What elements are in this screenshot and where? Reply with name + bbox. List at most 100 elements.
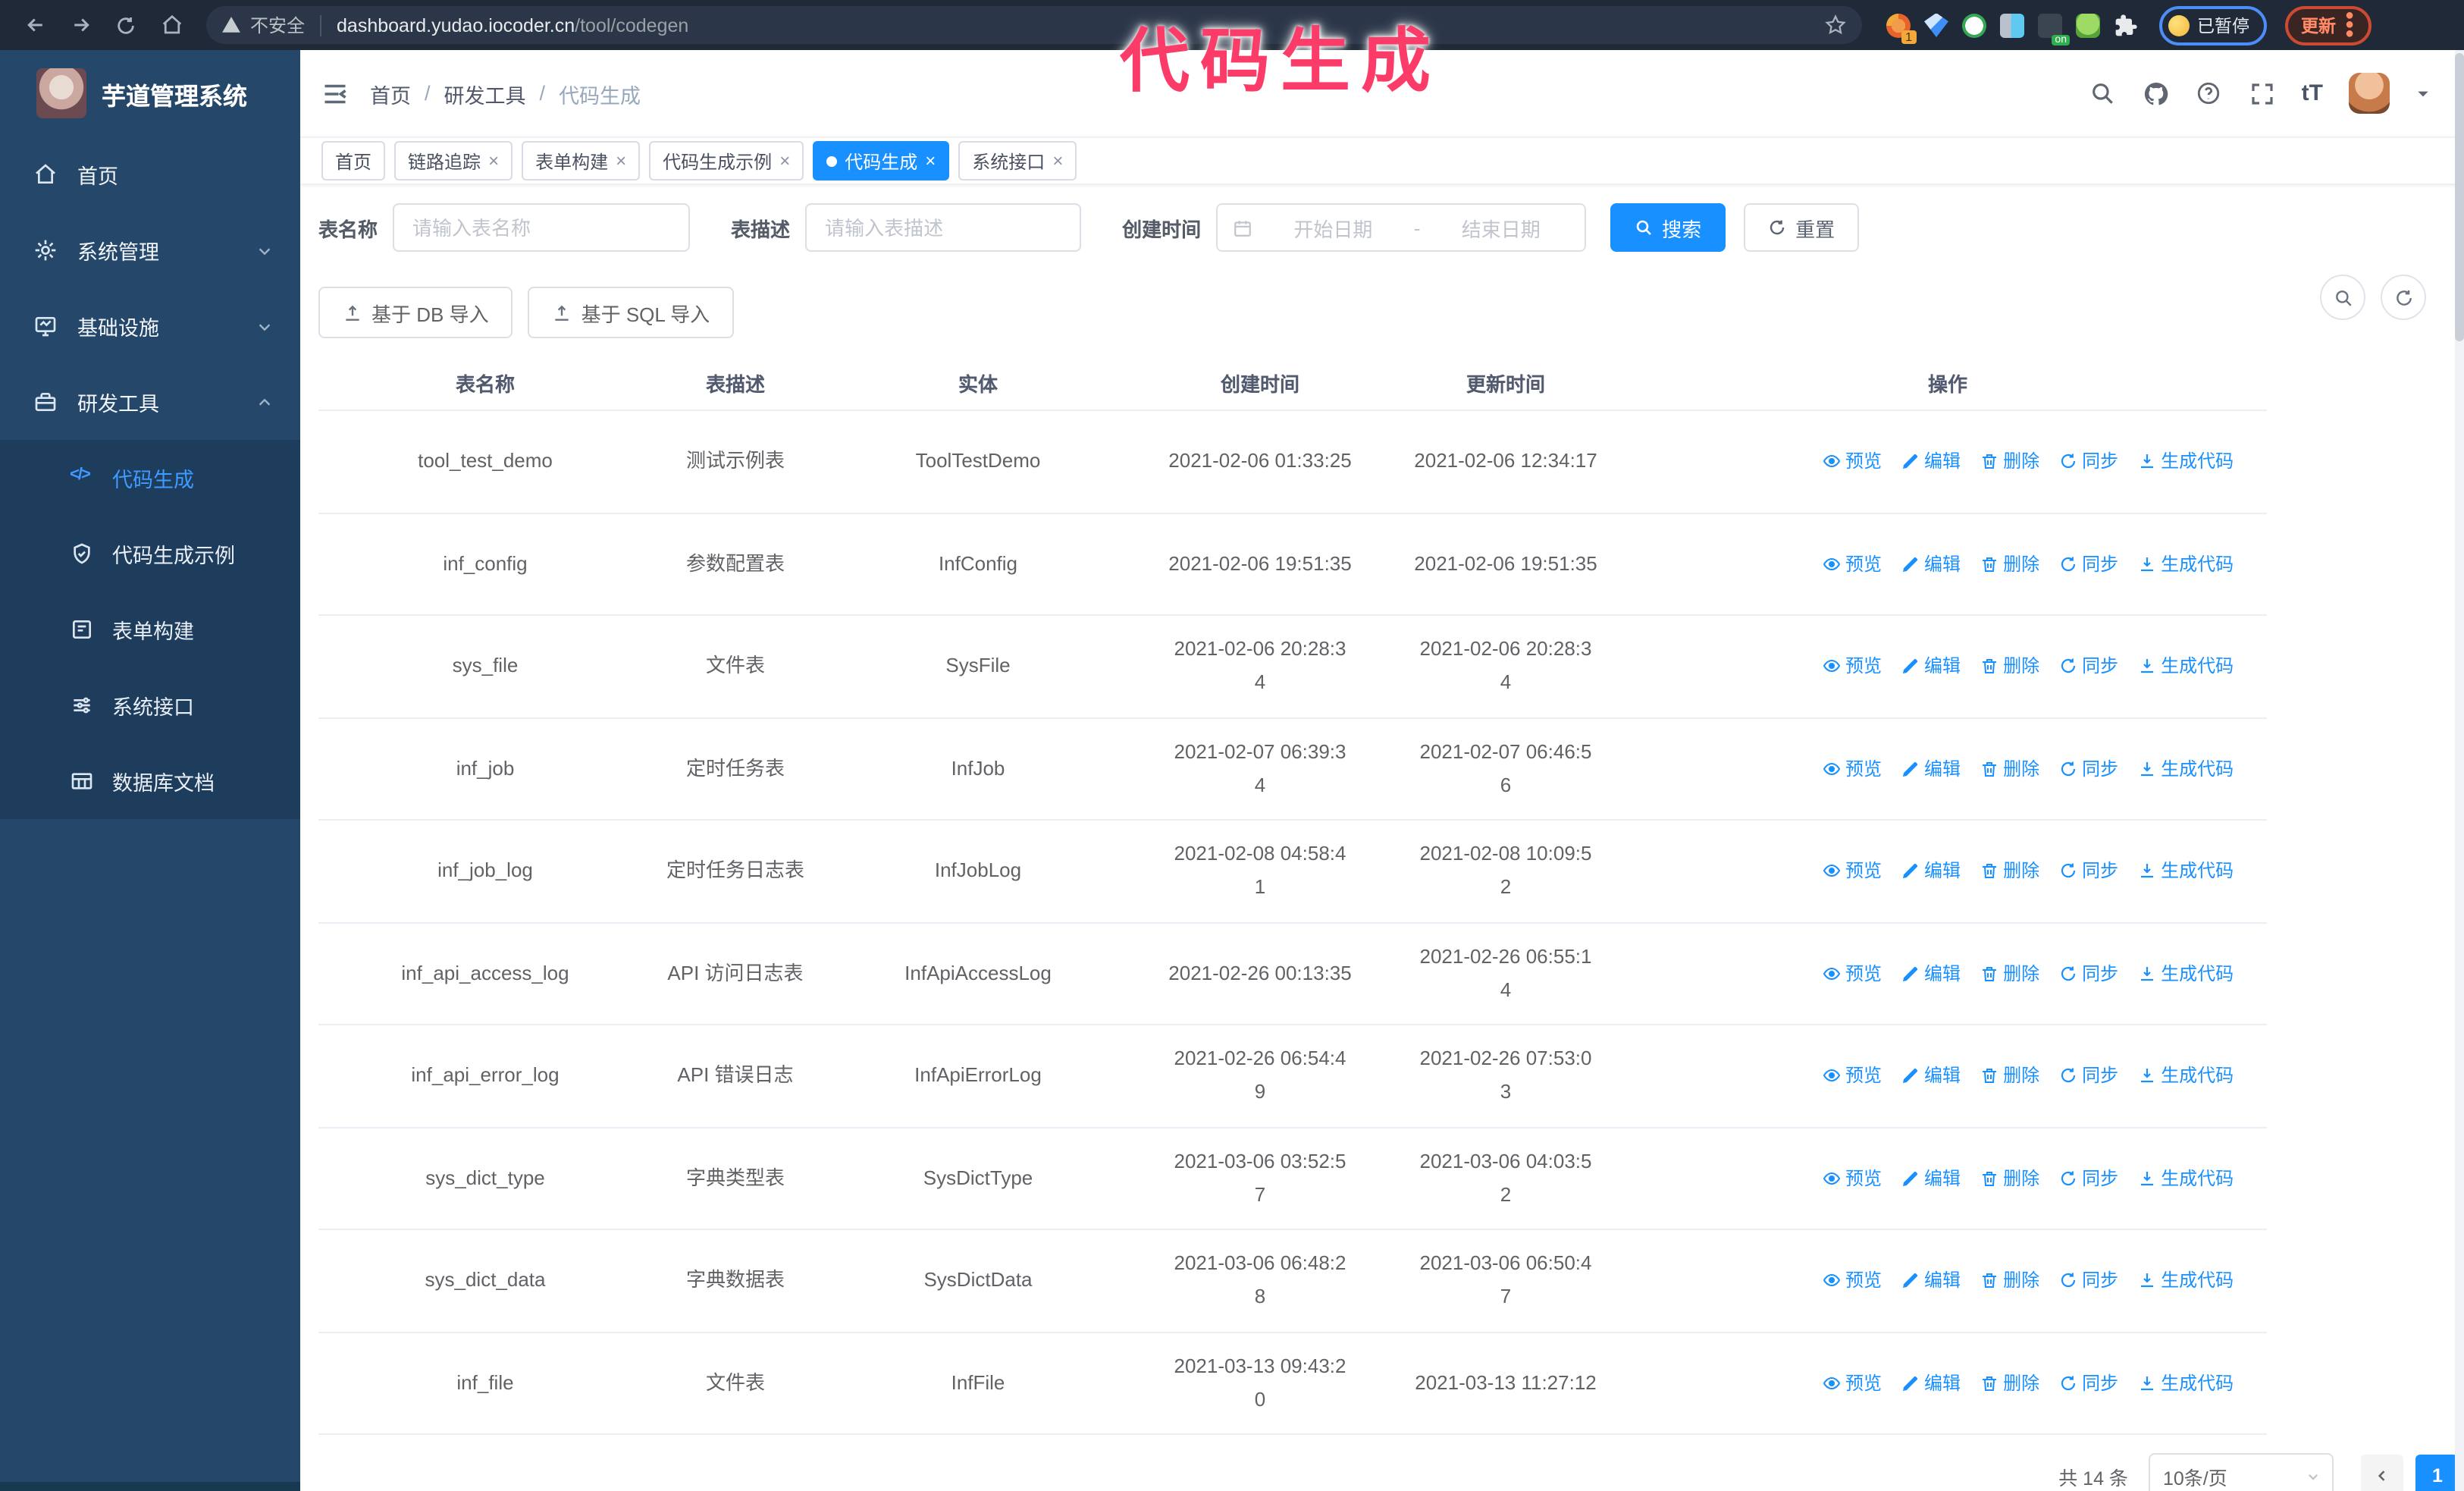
import-sql-button[interactable]: 基于 SQL 导入 <box>528 287 735 338</box>
shield-extension-icon[interactable] <box>1962 13 1986 37</box>
action-edit[interactable]: 编辑 <box>1901 752 1961 786</box>
app-logo[interactable]: 芋道管理系统 <box>0 50 300 137</box>
breadcrumb-devtools[interactable]: 研发工具 <box>444 78 526 108</box>
scrollbar[interactable] <box>2455 50 2464 1491</box>
close-icon[interactable]: × <box>925 152 936 170</box>
action-delete[interactable]: 删除 <box>1980 1059 2039 1093</box>
action-delete[interactable]: 删除 <box>1980 855 2039 888</box>
refresh-table-button[interactable] <box>2381 275 2426 320</box>
action-edit[interactable]: 编辑 <box>1901 1264 1961 1298</box>
tab-system-api[interactable]: 系统接口 × <box>958 141 1077 180</box>
action-sync[interactable]: 同步 <box>2059 1162 2118 1195</box>
prev-page-button[interactable] <box>2361 1455 2404 1491</box>
import-db-button[interactable]: 基于 DB 导入 <box>318 287 513 338</box>
tab-tracing[interactable]: 链路追踪 × <box>394 141 513 180</box>
extension-icon[interactable]: 1 <box>1886 13 1917 43</box>
action-generate[interactable]: 生成代码 <box>2138 650 2234 683</box>
action-generate[interactable]: 生成代码 <box>2138 445 2234 479</box>
action-edit[interactable]: 编辑 <box>1901 1059 1961 1093</box>
page-size-select[interactable]: 10条/页 <box>2149 1453 2334 1491</box>
action-generate[interactable]: 生成代码 <box>2138 752 2234 786</box>
action-preview[interactable]: 预览 <box>1823 445 1882 479</box>
action-delete[interactable]: 删除 <box>1980 752 2039 786</box>
fullscreen-icon[interactable] <box>2249 80 2276 107</box>
action-sync[interactable]: 同步 <box>2059 957 2118 990</box>
paused-profile-badge[interactable]: 已暂停 <box>2159 5 2266 45</box>
action-delete[interactable]: 删除 <box>1980 1162 2039 1195</box>
action-delete[interactable]: 删除 <box>1980 445 2039 479</box>
close-icon[interactable]: × <box>616 152 626 170</box>
scrollbar-thumb[interactable] <box>2455 53 2464 341</box>
action-preview[interactable]: 预览 <box>1823 1264 1882 1298</box>
sidebar-item-codegen-example[interactable]: 代码生成示例 <box>0 516 300 592</box>
action-delete[interactable]: 删除 <box>1980 650 2039 683</box>
tab-codegen[interactable]: 代码生成 × <box>813 141 950 180</box>
action-sync[interactable]: 同步 <box>2059 548 2118 581</box>
github-icon[interactable] <box>2143 80 2170 107</box>
action-edit[interactable]: 编辑 <box>1901 548 1961 581</box>
action-preview[interactable]: 预览 <box>1823 957 1882 990</box>
back-icon[interactable] <box>15 5 55 45</box>
close-icon[interactable]: × <box>779 152 790 170</box>
sidebar-item-home[interactable]: 首页 <box>0 137 300 212</box>
action-sync[interactable]: 同步 <box>2059 1059 2118 1093</box>
action-generate[interactable]: 生成代码 <box>2138 548 2234 581</box>
toggle-search-button[interactable] <box>2320 275 2365 320</box>
action-preview[interactable]: 预览 <box>1823 1059 1882 1093</box>
table-desc-input[interactable] <box>805 203 1082 252</box>
action-sync[interactable]: 同步 <box>2059 650 2118 683</box>
address-bar[interactable]: 不安全 dashboard.yudao.iocoder.cn/tool/code… <box>206 6 1862 44</box>
caret-down-icon[interactable] <box>2415 86 2431 101</box>
sidebar-item-db-doc[interactable]: 数据库文档 <box>0 743 300 819</box>
robot-extension-icon[interactable] <box>2076 13 2100 37</box>
action-delete[interactable]: 删除 <box>1980 1264 2039 1298</box>
action-edit[interactable]: 编辑 <box>1901 445 1961 479</box>
action-preview[interactable]: 预览 <box>1823 1367 1882 1400</box>
action-edit[interactable]: 编辑 <box>1901 650 1961 683</box>
action-edit[interactable]: 编辑 <box>1901 957 1961 990</box>
sidebar-item-codegen[interactable]: </> 代码生成 <box>0 440 300 516</box>
sidebar-item-infra[interactable]: 基础设施 <box>0 288 300 364</box>
tab-form-builder[interactable]: 表单构建 × <box>522 141 641 180</box>
browser-update-button[interactable]: 更新 ● ● ● <box>2284 5 2372 45</box>
reset-button[interactable]: 重置 <box>1744 203 1860 252</box>
search-icon[interactable] <box>2089 80 2117 107</box>
forward-icon[interactable] <box>61 5 100 45</box>
dark-extension-icon[interactable]: on <box>2038 13 2070 45</box>
page-button-1[interactable]: 1 <box>2415 1455 2459 1491</box>
action-edit[interactable]: 编辑 <box>1901 1162 1961 1195</box>
date-range-picker[interactable]: 开始日期 - 结束日期 <box>1216 203 1587 252</box>
action-preview[interactable]: 预览 <box>1823 1162 1882 1195</box>
action-sync[interactable]: 同步 <box>2059 855 2118 888</box>
action-sync[interactable]: 同步 <box>2059 445 2118 479</box>
action-generate[interactable]: 生成代码 <box>2138 1367 2234 1400</box>
action-preview[interactable]: 预览 <box>1823 752 1882 786</box>
action-preview[interactable]: 预览 <box>1823 855 1882 888</box>
action-delete[interactable]: 删除 <box>1980 957 2039 990</box>
search-button[interactable]: 搜索 <box>1610 203 1726 252</box>
action-generate[interactable]: 生成代码 <box>2138 1264 2234 1298</box>
sliders-extension-icon[interactable] <box>2000 13 2024 37</box>
not-secure-warning[interactable]: 不安全 <box>221 12 305 38</box>
table-name-input[interactable] <box>393 203 691 252</box>
font-size-icon[interactable]: tT <box>2302 80 2323 106</box>
avatar[interactable] <box>2349 73 2390 114</box>
action-edit[interactable]: 编辑 <box>1901 855 1961 888</box>
puzzle-extensions-icon[interactable] <box>2114 13 2138 37</box>
action-delete[interactable]: 删除 <box>1980 1367 2039 1400</box>
action-sync[interactable]: 同步 <box>2059 752 2118 786</box>
tab-codegen-example[interactable]: 代码生成示例 × <box>649 141 804 180</box>
home-icon[interactable] <box>152 5 191 45</box>
help-icon[interactable] <box>2196 80 2223 107</box>
gem-extension-icon[interactable] <box>1924 13 1948 37</box>
action-sync[interactable]: 同步 <box>2059 1264 2118 1298</box>
menu-dots-icon[interactable]: ● ● ● <box>2345 8 2354 41</box>
action-generate[interactable]: 生成代码 <box>2138 1162 2234 1195</box>
action-generate[interactable]: 生成代码 <box>2138 957 2234 990</box>
sidebar-item-system[interactable]: 系统管理 <box>0 212 300 288</box>
action-generate[interactable]: 生成代码 <box>2138 855 2234 888</box>
action-preview[interactable]: 预览 <box>1823 548 1882 581</box>
breadcrumb-home[interactable]: 首页 <box>370 78 411 108</box>
action-preview[interactable]: 预览 <box>1823 650 1882 683</box>
sidebar-item-system-api[interactable]: 系统接口 <box>0 667 300 743</box>
